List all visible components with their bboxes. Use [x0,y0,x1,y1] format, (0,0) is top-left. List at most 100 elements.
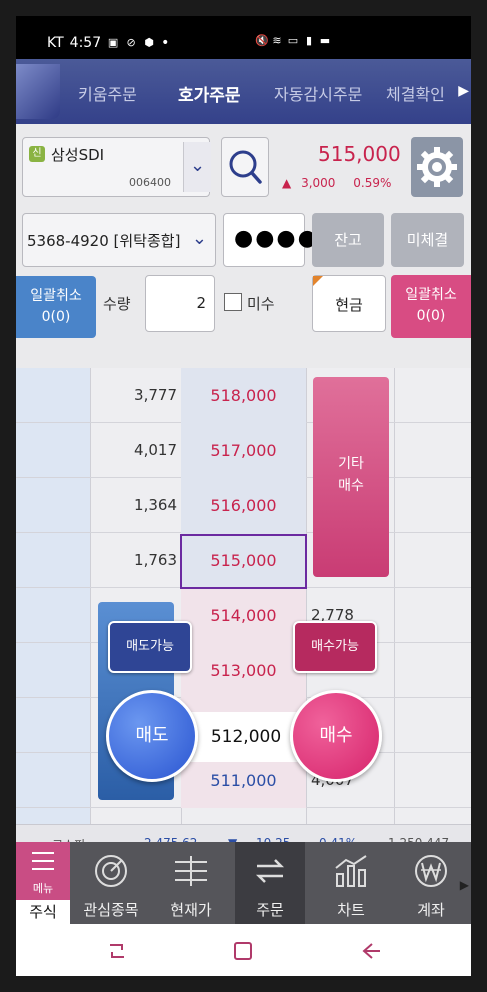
account-selector[interactable]: 5368-4920 [위탁종합] ⌄ [22,213,216,267]
tab-bar: 키움주문 호가주문 자동감시주문 체결확인 ▶ [16,59,471,124]
bid-price: 514,000 [210,606,277,625]
up-triangle-icon: ▲ [282,176,292,190]
stock-selector[interactable]: 신 삼성SDI 006400 ⌄ [22,137,211,197]
nav-order-label: 주문 [256,901,284,919]
ask-row[interactable]: 3,777 518,000 [16,368,471,423]
tab-more-icon[interactable]: ▶ [458,83,469,99]
ask-qty: 1,763 [134,551,177,569]
search-button[interactable] [221,137,269,197]
misu-label: 미수 [247,295,275,313]
nav-watchlist[interactable]: 관심종목 [76,842,146,924]
quote-icon [175,856,207,886]
buy-button[interactable]: 매수 [290,690,382,782]
order-book: 3,777 518,000 4,017 517,000 1,364 516,00… [16,368,471,824]
tab-fill-check[interactable]: 체결확인 [386,81,445,105]
bid-row[interactable]: 513,000 [16,643,471,698]
quantity-label: 수량 [103,295,131,313]
home-icon[interactable] [228,936,258,966]
nav-order[interactable]: 주문 [235,842,305,924]
nav-current-price[interactable]: 현재가 [156,842,226,924]
mute-icon: 🔇 [255,34,269,47]
cancel-all-label: 일괄취소 [405,287,457,303]
ask-qty: 1,364 [134,496,177,514]
tab-kiwoom-order[interactable]: 키움주문 [78,81,137,105]
etc-buy-label: 기타 매수 [338,456,364,494]
clock: 4:57 [69,35,102,51]
status-bar: KT 4:57 ▣ ⊘ ⬢ • 🔇 ≋ ▭ ▮ ▬ [16,16,471,59]
chart-icon [335,855,367,887]
cash-label: 현금 [335,296,363,314]
chevron-down-icon[interactable]: ⌄ [192,228,207,249]
credit-badge: 신 [29,146,45,162]
stock-name: 삼성SDI [51,146,105,164]
ask-price: 516,000 [210,496,277,515]
hamburger-icon [32,852,54,876]
menu-label: 메뉴 [32,882,54,895]
notification-dot: • [161,35,170,51]
back-button[interactable] [16,64,60,119]
cancel-all-buy-button[interactable]: 일괄취소 0(0) [391,275,471,338]
link-icon: ⊘ [126,36,136,49]
nav-more-icon[interactable]: ▶ [460,878,469,892]
nav-account-label: 계좌 [417,901,445,919]
hd-icon: ▭ [287,34,299,47]
wifi-icon: ≋ [272,34,282,47]
ask-qty: 3,777 [134,386,177,404]
change-value: 3,000 [301,176,336,190]
change-percent: 0.59% [353,176,392,190]
search-icon [229,150,262,184]
nav-stock[interactable]: 주식 [16,900,70,924]
chevron-down-icon[interactable]: ⌄ [183,142,211,192]
cancel-all-count: 0(0) [41,309,71,325]
sell-able-button[interactable]: 매도가능 [108,621,192,673]
bottom-nav: 메뉴 주식 관심종목 현재가 주문 차트 계좌 ▶ [16,842,471,924]
bid-row[interactable]: 514,000 2,778 [16,588,471,643]
tab-auto-watch[interactable]: 자동감시주문 [274,81,362,105]
quantity-input[interactable]: 2 [145,275,215,332]
back-icon[interactable] [356,936,386,966]
password-field[interactable]: ●●●● [223,213,317,267]
current-price-highlight [180,534,307,589]
misu-checkbox[interactable] [224,293,242,311]
cash-selector[interactable]: 현금 [312,275,386,332]
bid-price: 511,000 [210,771,277,790]
nav-watchlist-label: 관심종목 [83,901,139,919]
nav-chart[interactable]: 차트 [316,842,386,924]
order-exchange-icon [255,859,285,883]
nav-chart-label: 차트 [337,901,365,919]
ask-price: 518,000 [210,386,277,405]
etc-buy-button[interactable]: 기타 매수 [313,377,389,577]
status-left: KT 4:57 ▣ ⊘ ⬢ • [47,35,169,51]
ask-price: 517,000 [210,441,277,460]
cancel-all-count: 0(0) [416,308,446,324]
gallery-icon: ▣ [107,36,119,49]
ask-row[interactable]: 4,017 517,000 [16,423,471,478]
password-dots: ●●●● [234,226,319,251]
ask-row[interactable]: 1,364 516,000 [16,478,471,533]
settings-button[interactable] [411,137,463,197]
cancel-all-sell-button[interactable]: 일괄취소 0(0) [16,276,96,338]
current-price: 515,000 [318,142,401,166]
menu-button[interactable]: 메뉴 [16,842,70,900]
hex-icon: ⬢ [144,36,154,49]
balance-button[interactable]: 잔고 [312,213,384,267]
watchlist-icon [95,855,127,887]
tab-hoga-order[interactable]: 호가주문 [178,81,241,106]
nav-account[interactable]: 계좌 [396,842,466,924]
ask-qty: 4,017 [134,441,177,459]
buy-able-button[interactable]: 매수가능 [293,621,377,673]
carrier: KT [47,35,64,51]
sell-button[interactable]: 매도 [106,690,198,782]
gear-icon [417,147,457,187]
nav-current-price-label: 현재가 [170,901,212,919]
stock-code: 006400 [129,176,171,189]
recent-apps-icon[interactable] [102,936,132,966]
price-change: ▲ 3,000 0.59% [282,176,391,190]
quantity-value: 2 [196,294,206,312]
battery-icon: ▬ [319,34,331,47]
won-icon [415,855,447,887]
unfilled-button[interactable]: 미체결 [391,213,464,267]
bid-price: 513,000 [210,661,277,680]
app-frame: KT 4:57 ▣ ⊘ ⬢ • 🔇 ≋ ▭ ▮ ▬ 키움주문 호가주문 자동감시… [16,16,471,976]
signal-icon: ▮ [305,34,313,47]
